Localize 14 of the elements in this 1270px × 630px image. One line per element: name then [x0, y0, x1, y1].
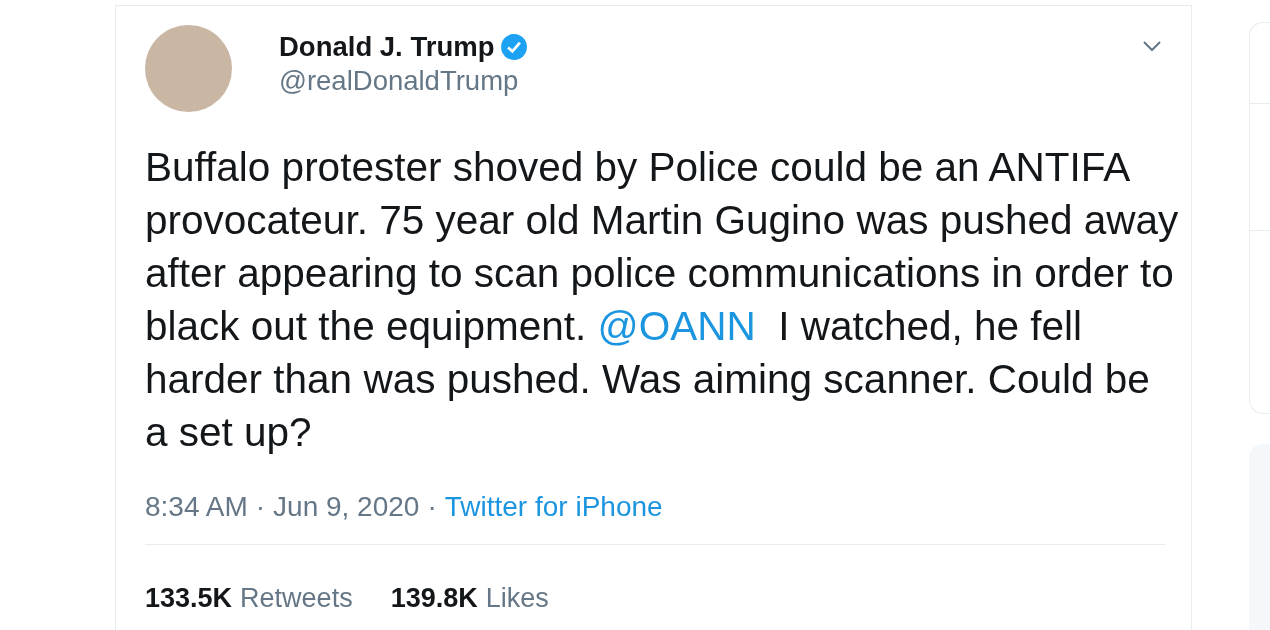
tweet-date: Jun 9, 2020	[273, 490, 420, 524]
stat-label[interactable]: Retweets	[240, 582, 353, 614]
separator-dot: ·	[427, 490, 437, 524]
tweet-text: Buffalo protester shoved by Police could be an ANTIFA provocateur. 75 year old Martin Gugino was pushed away after appearing to scan police communications in order to black out the equipment. @OANN I watched, he fell harder than was pushed. Was aiming scanner. Could be a set up?	[144, 143, 1180, 457]
stat-label[interactable]: Likes	[485, 582, 549, 614]
author-handle[interactable]: @realDonaldTrump	[279, 65, 529, 97]
stat-count[interactable]: 133.5K	[145, 582, 233, 614]
author-name[interactable]: Donald J. Trump	[279, 31, 495, 63]
mention-link[interactable]: @OANN	[597, 303, 756, 349]
source-link[interactable]: Twitter for iPhone	[444, 490, 663, 524]
separator-dot: ·	[255, 490, 266, 524]
stat-count[interactable]: 139.8K	[390, 582, 478, 614]
tweet-time: 8:34 AM	[145, 490, 248, 524]
caret-icon[interactable]	[1142, 40, 1162, 52]
